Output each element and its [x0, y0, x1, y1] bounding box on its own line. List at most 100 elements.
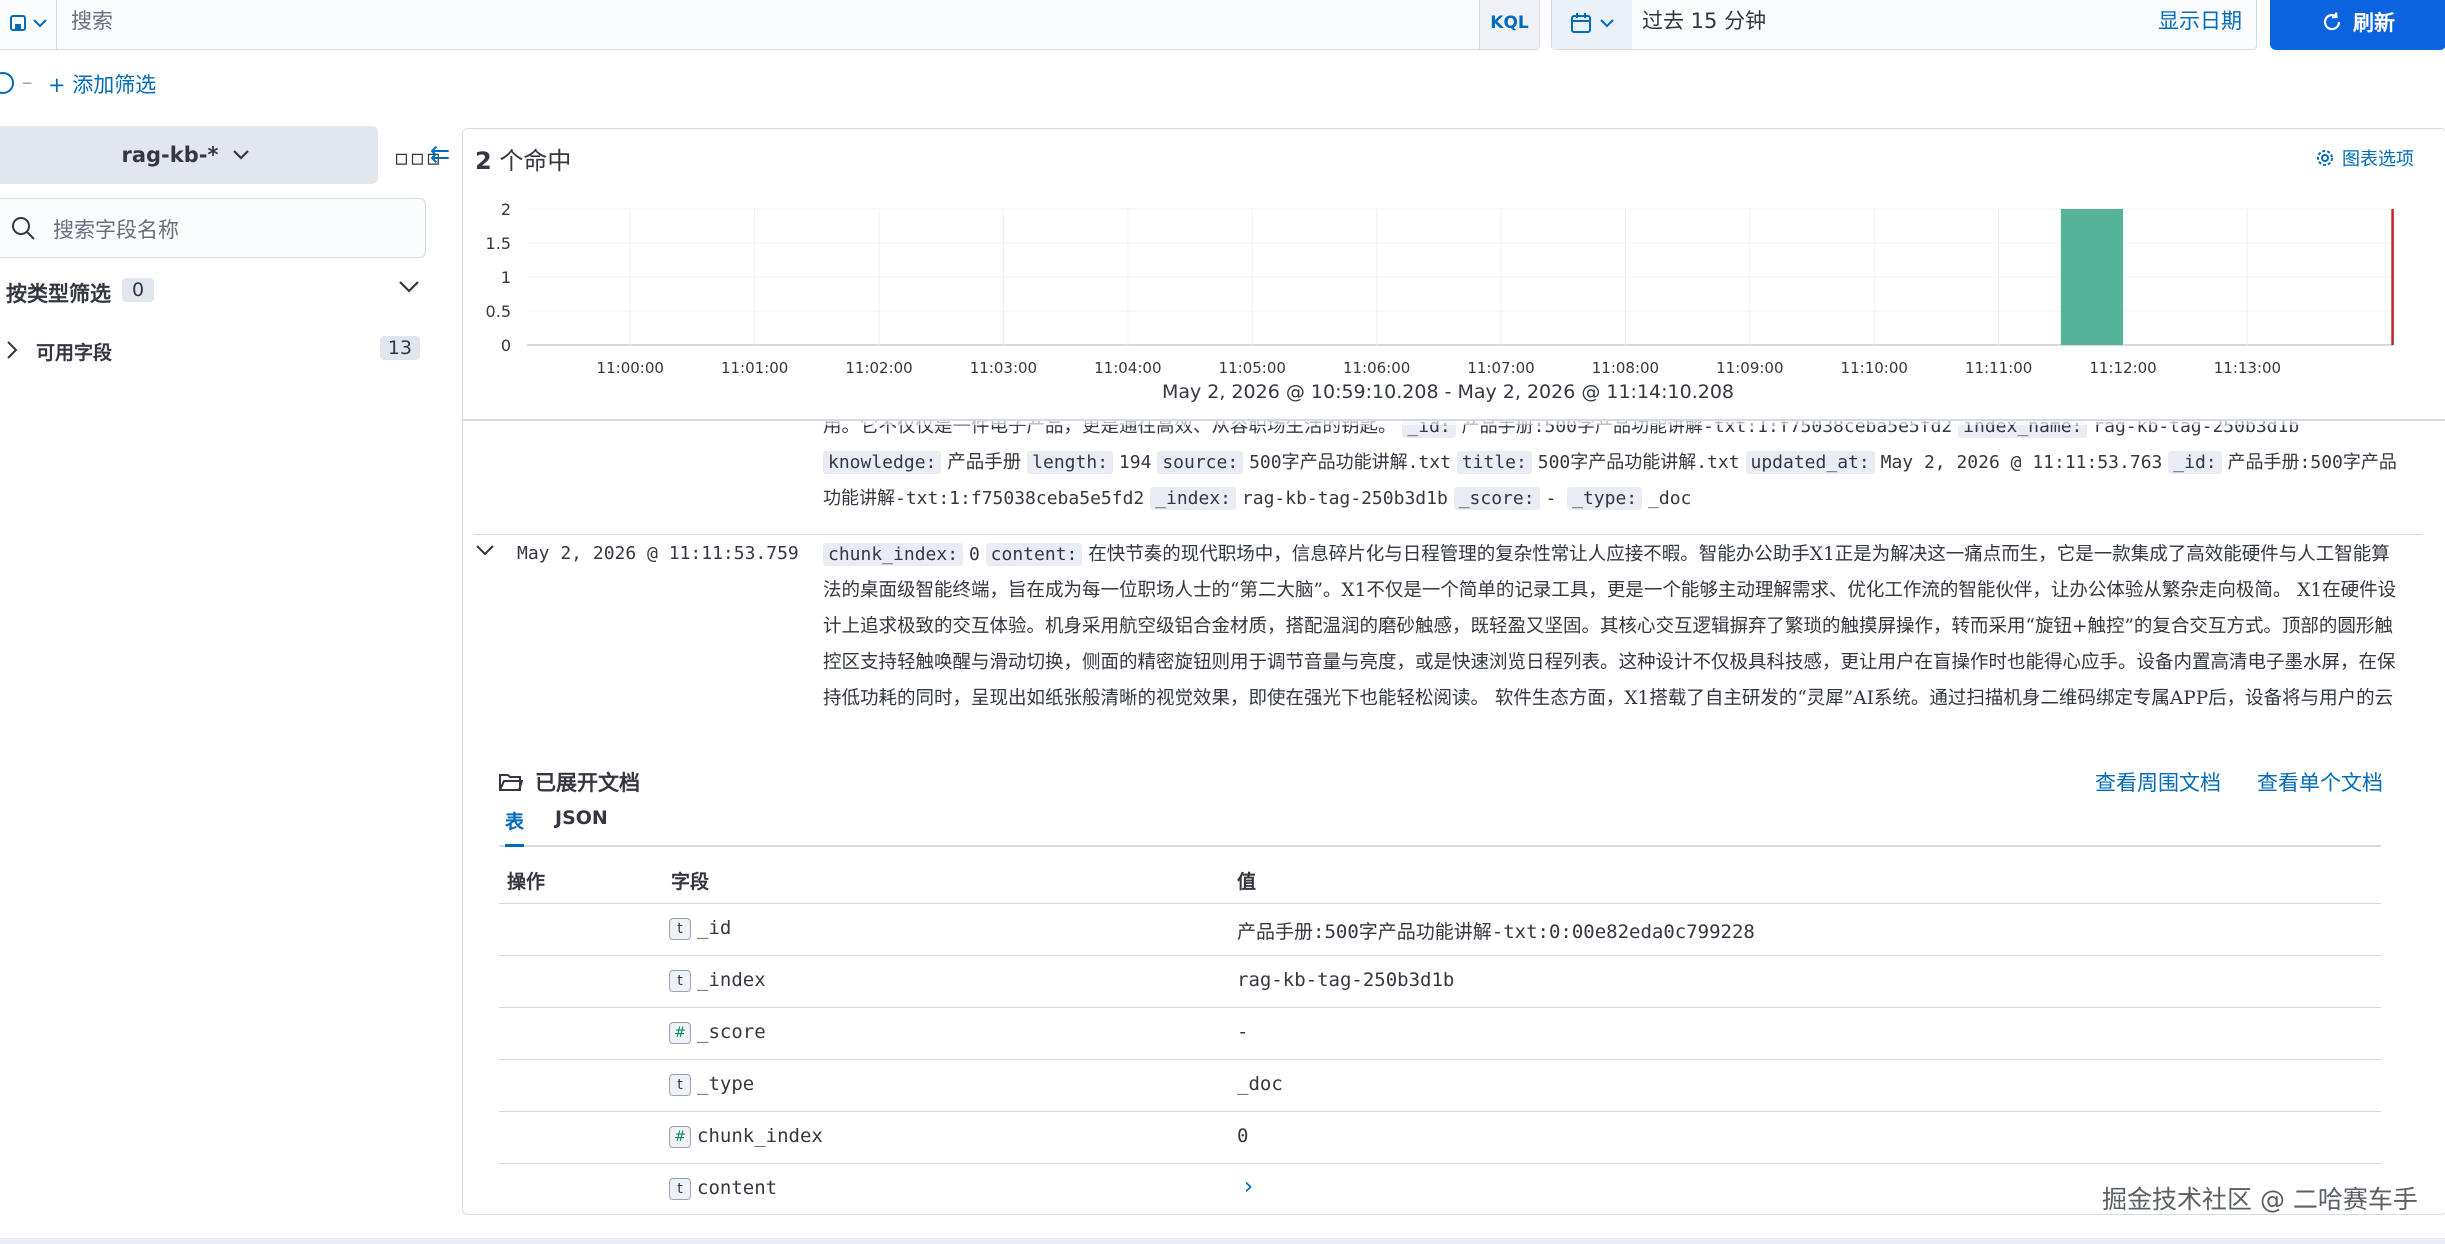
x-tick-label: 11:00:00	[597, 359, 664, 377]
table-row[interactable]: t _index rag-kb-tag-250b3d1b	[499, 955, 2381, 1007]
x-tick-label: 11:11:00	[1965, 359, 2032, 377]
document-row[interactable]: 用。它不仅仅是一件电子产品，更是通往高效、从容职场生活的钥匙。 _id: 产品手…	[823, 421, 2403, 517]
table-row[interactable]: # chunk_index 0	[499, 1111, 2381, 1163]
col-value: 值	[1237, 871, 1257, 893]
x-tick-label: 11:05:00	[1219, 359, 1286, 377]
histogram-bar	[2060, 209, 2124, 345]
view-surrounding-link[interactable]: 查看周围文档	[2095, 767, 2221, 797]
document-summary[interactable]: chunk_index: 0 content: 在快节奏的现代职场中，信息碎片化…	[823, 537, 2403, 723]
date-picker[interactable]: 过去 15 分钟 显示日期	[1551, 0, 2257, 50]
x-tick-label: 11:12:00	[2089, 359, 2156, 377]
field-value: ›	[1241, 1172, 1256, 1200]
show-dates-link[interactable]: 显示日期	[2158, 5, 2242, 35]
search-input[interactable]: 搜索	[71, 5, 113, 35]
y-tick-label: 1.5	[486, 234, 511, 253]
collapse-sidebar-icon[interactable]: ⇇	[430, 140, 450, 168]
field-name: _type	[697, 1073, 755, 1095]
tab-table[interactable]: 表	[505, 807, 525, 847]
results-panel: 2 个命中 图表选项 0 0.5 1 1.5 2 11:00:00 11:01:00 11:0…	[462, 128, 2445, 1215]
query-bar: 搜索 KQL 过去 15 分钟 显示日期 刷新	[0, 0, 2445, 56]
watermark: 掘金技术社区 @ 二哈赛车手	[2102, 1185, 2418, 1214]
search-box: 搜索 KQL	[0, 0, 1540, 50]
x-tick-label: 11:09:00	[1716, 359, 1783, 377]
data-view-name: rag-kb-*	[121, 143, 219, 167]
type-filter-count: 0	[122, 278, 155, 302]
table-row[interactable]: t _type _doc	[499, 1059, 2381, 1111]
field-value: 0	[1237, 1125, 1249, 1147]
add-filter-button[interactable]: + 添加筛选	[48, 69, 156, 99]
document-list: 用。它不仅仅是一件电子产品，更是通往高效、从容职场生活的钥匙。 _id: 产品手…	[463, 421, 2423, 1214]
field-value: 产品手册:500字产品功能讲解-txt:0:00e82eda0c799228	[1237, 921, 1755, 943]
available-fields-label: 可用字段	[36, 342, 113, 364]
date-range-text[interactable]: 过去 15 分钟	[1642, 5, 1766, 35]
save-icon	[9, 15, 26, 31]
field-search-placeholder: 搜索字段名称	[53, 218, 179, 242]
col-field: 字段	[671, 871, 710, 893]
type-filter-label: 按类型筛选	[6, 282, 111, 306]
available-fields-toggle[interactable]: 可用字段 13	[6, 334, 420, 368]
field-search-input[interactable]: 搜索字段名称	[0, 198, 426, 258]
filter-divider: –	[22, 70, 33, 94]
y-tick-label: 1	[501, 268, 511, 287]
kql-button[interactable]: KQL	[1479, 0, 1539, 49]
y-tick-label: 0	[501, 336, 511, 355]
tab-json[interactable]: JSON	[555, 807, 608, 839]
x-tick-label: 11:01:00	[721, 359, 788, 377]
x-tick-label: 11:04:00	[1094, 359, 1161, 377]
collapse-row-icon[interactable]	[475, 543, 495, 557]
chevron-down-icon	[32, 19, 47, 28]
folder-open-icon	[499, 774, 523, 791]
doc-table-header: 操作 字段 值	[499, 853, 2381, 903]
field-value: -	[1237, 1021, 1249, 1043]
chevron-down-icon	[233, 150, 250, 160]
field-value: rag-kb-tag-250b3d1b	[1237, 969, 1455, 991]
saved-query-menu[interactable]	[0, 0, 57, 49]
string-type-icon: t	[669, 918, 691, 940]
field-name: _id	[697, 917, 732, 939]
table-row[interactable]: t _id 产品手册:500字产品功能讲解-txt:0:00e82eda0c7992…	[499, 903, 2381, 955]
y-tick-label: 2	[501, 200, 511, 219]
refresh-icon	[2323, 12, 2341, 31]
string-type-icon: t	[669, 970, 691, 992]
refresh-button[interactable]: 刷新	[2270, 0, 2445, 50]
row-divider	[473, 534, 2423, 535]
field-name: _index	[697, 969, 766, 991]
bottom-bar	[0, 1238, 2445, 1244]
quick-select-button[interactable]	[1552, 0, 1632, 49]
field-name: content	[697, 1177, 778, 1199]
col-actions: 操作	[507, 871, 546, 893]
x-tick-label: 11:08:00	[1592, 359, 1659, 377]
calendar-icon	[1571, 13, 1591, 33]
chevron-down-icon	[399, 281, 419, 293]
search-icon	[12, 217, 35, 240]
histogram-chart[interactable]: 0 0.5 1 1.5 2 11:00:00 11:01:00 11:02:00 11:03:0…	[463, 189, 2445, 379]
x-tick-label: 11:03:00	[970, 359, 1037, 377]
refresh-label: 刷新	[2353, 11, 2395, 35]
y-tick-label: 0.5	[486, 302, 511, 321]
expanded-doc-title: 已展开文档	[499, 767, 640, 797]
x-tick-label: 11:07:00	[1467, 359, 1534, 377]
field-name: chunk_index	[697, 1125, 823, 1147]
available-fields-count: 13	[379, 336, 420, 360]
data-view-selector[interactable]: rag-kb-*	[0, 126, 378, 184]
hits-count: 2 个命中	[475, 147, 572, 175]
gear-icon	[2317, 150, 2333, 166]
type-filter-toggle[interactable]: 按类型筛选 0	[6, 276, 420, 310]
chevron-right-icon	[7, 341, 18, 359]
document-timestamp: May 2, 2026 @ 11:11:53.759	[517, 543, 799, 564]
field-name: _score	[697, 1021, 766, 1043]
row-fade	[823, 421, 2403, 425]
string-type-icon: t	[669, 1074, 691, 1096]
doc-view-tabs: 表 JSON	[499, 805, 2381, 847]
table-row[interactable]: t content ›	[499, 1163, 2381, 1214]
string-type-icon: t	[669, 1178, 691, 1200]
x-tick-label: 11:02:00	[845, 359, 912, 377]
chevron-down-icon	[1600, 19, 1614, 28]
x-tick-label: 11:13:00	[2214, 359, 2281, 377]
filter-menu-icon[interactable]	[0, 72, 14, 94]
x-tick-label: 11:06:00	[1343, 359, 1410, 377]
view-single-link[interactable]: 查看单个文档	[2257, 767, 2383, 797]
x-tick-label: 11:10:00	[1841, 359, 1908, 377]
chart-options-button[interactable]: 图表选项	[2316, 145, 2414, 171]
table-row[interactable]: # _score -	[499, 1007, 2381, 1059]
